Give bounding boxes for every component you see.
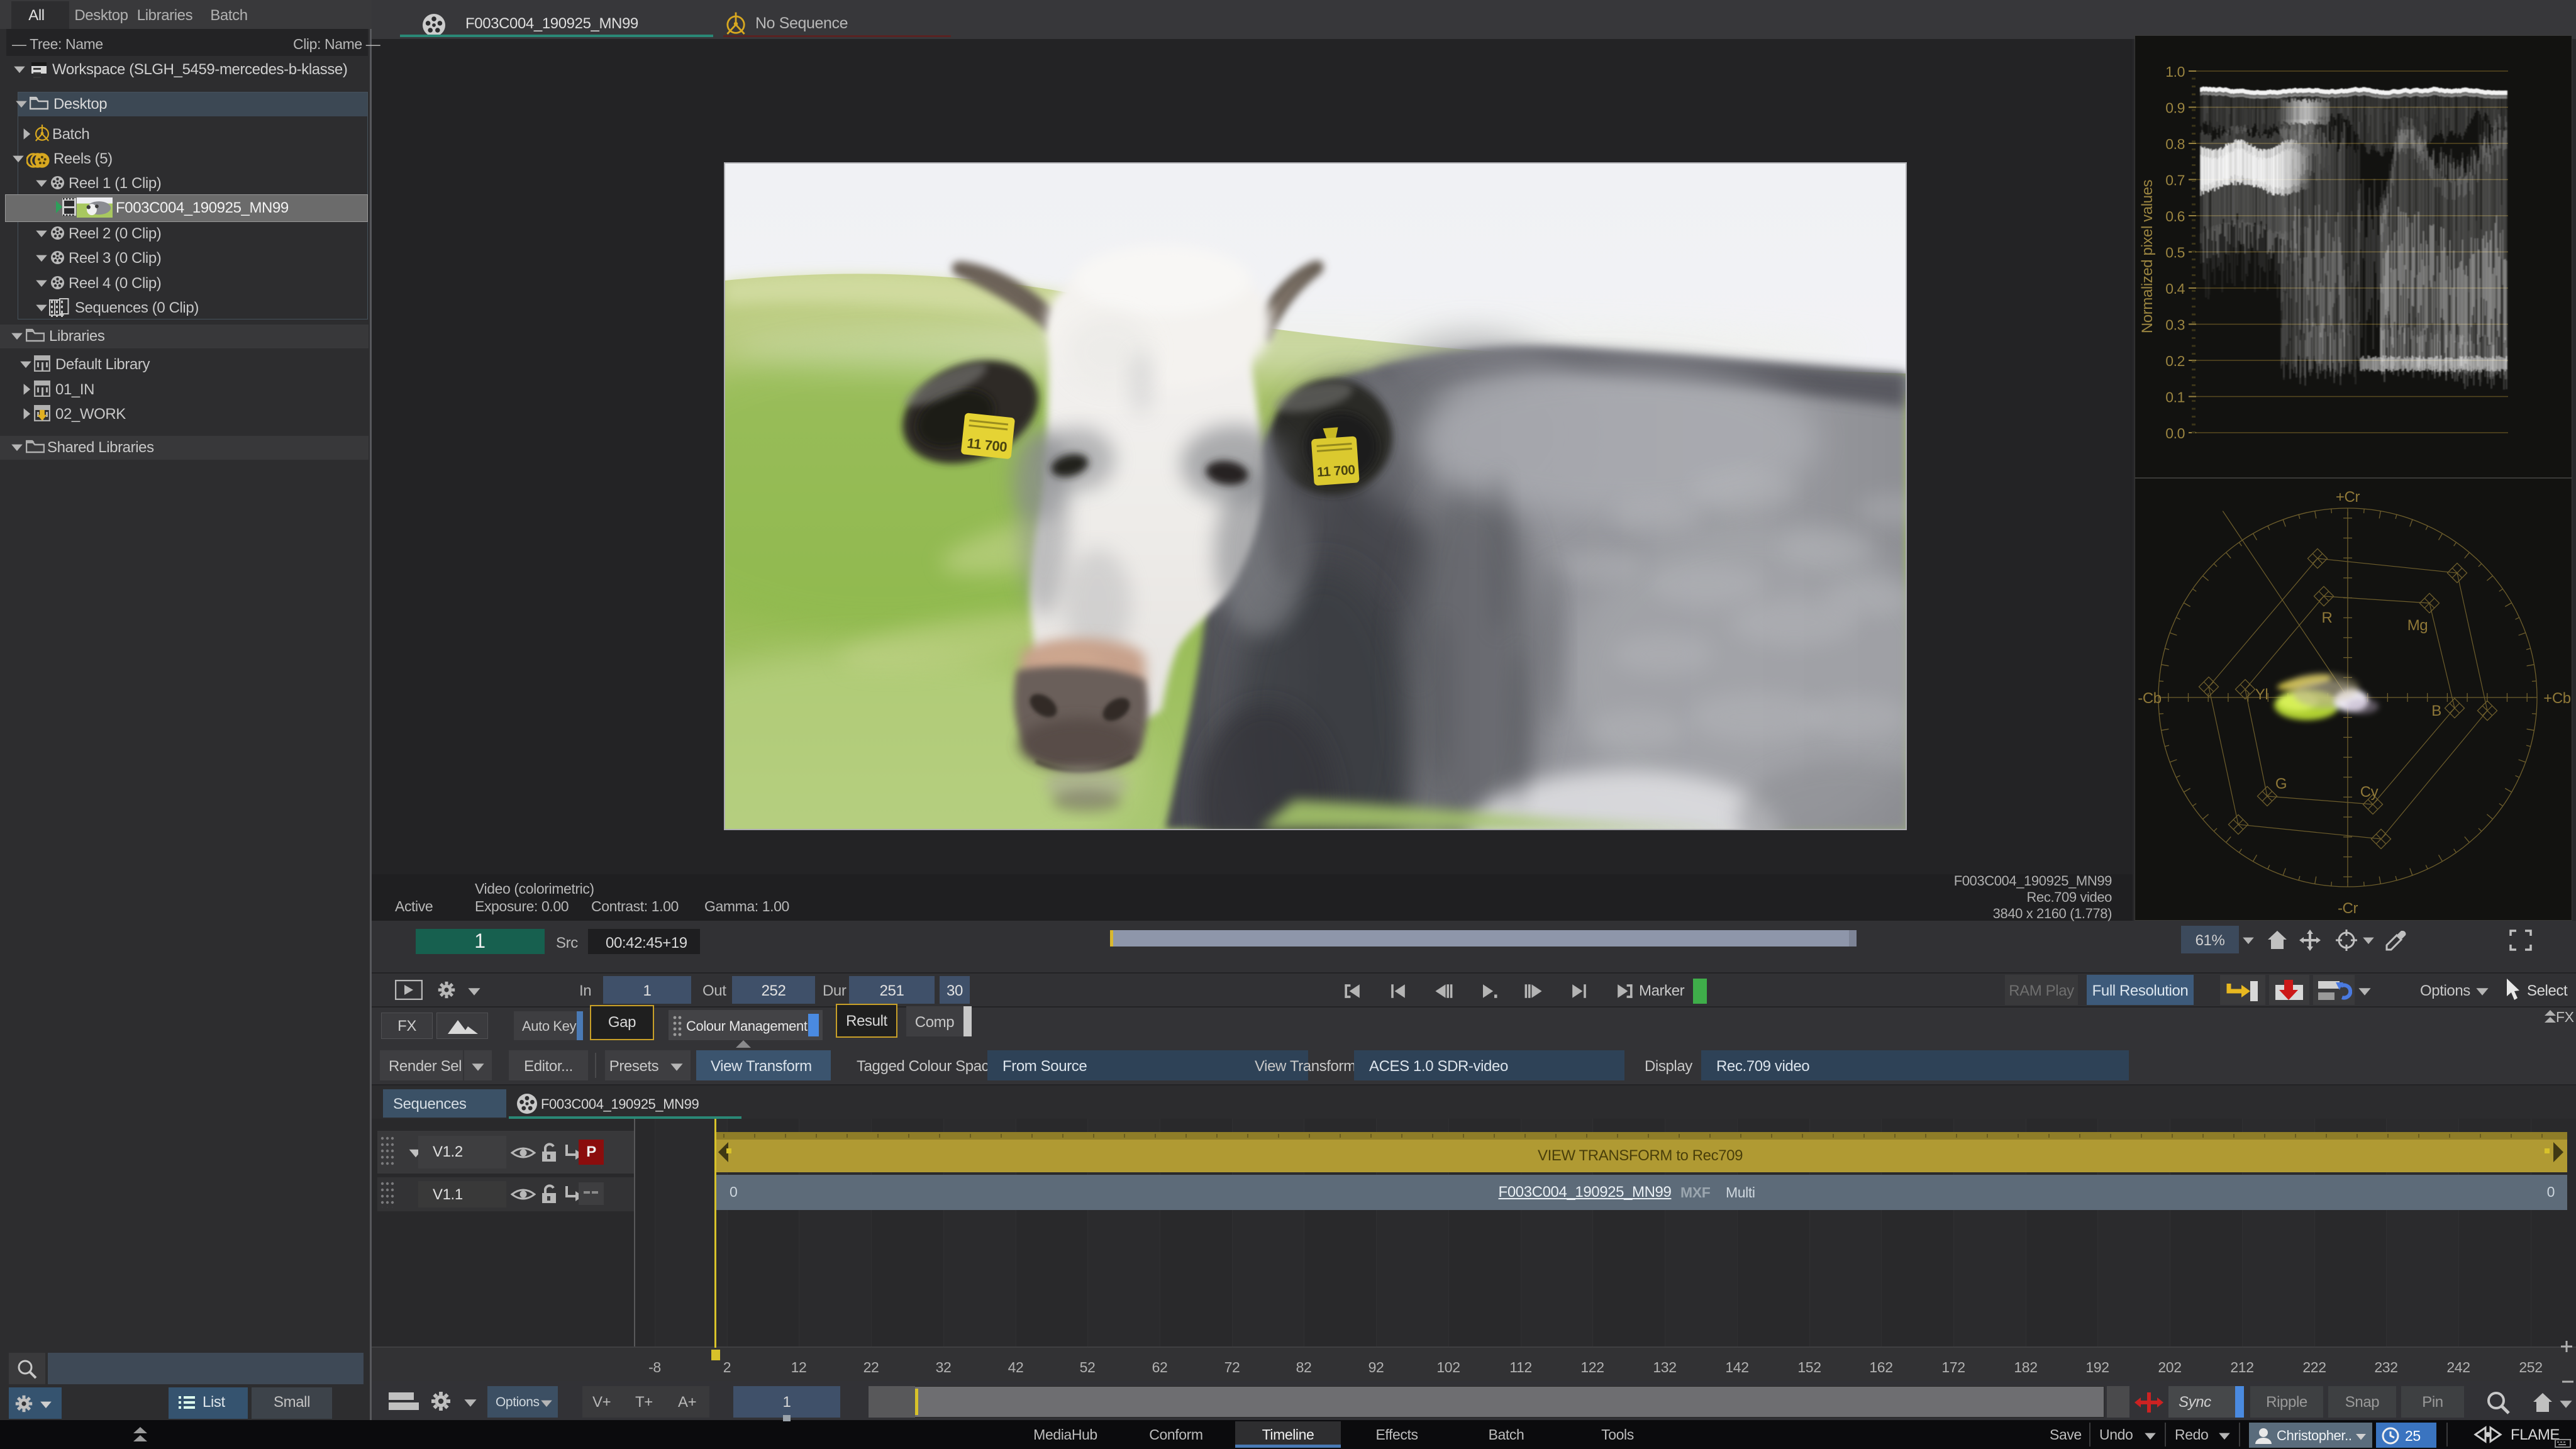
svg-text:0.7: 0.7	[2165, 172, 2185, 189]
svg-text:Normalized pixel values: Normalized pixel values	[2139, 179, 2156, 333]
svg-text:R: R	[2322, 609, 2333, 626]
svg-text:0.0: 0.0	[2165, 425, 2185, 441]
svg-text:0.2: 0.2	[2165, 353, 2185, 369]
svg-text:B: B	[2431, 702, 2441, 719]
svg-text:0.3: 0.3	[2165, 317, 2185, 333]
svg-text:+Cb: +Cb	[2543, 690, 2571, 707]
svg-text:-Cb: -Cb	[2138, 690, 2162, 707]
svg-text:0.6: 0.6	[2165, 208, 2185, 225]
svg-text:0.1: 0.1	[2165, 389, 2185, 406]
svg-text:0.9: 0.9	[2165, 100, 2185, 116]
svg-text:11 700: 11 700	[1316, 463, 1355, 480]
svg-text:Yl: Yl	[2255, 686, 2268, 703]
svg-text:-Cr: -Cr	[2338, 900, 2358, 917]
svg-text:Mg: Mg	[2407, 617, 2428, 634]
svg-text:Cy: Cy	[2360, 784, 2379, 801]
svg-text:G: G	[2275, 775, 2287, 792]
svg-text:0.5: 0.5	[2165, 245, 2185, 261]
svg-text:+Cr: +Cr	[2336, 489, 2360, 506]
svg-text:0.8: 0.8	[2165, 136, 2185, 152]
svg-text:0.4: 0.4	[2165, 280, 2185, 297]
svg-text:1.0: 1.0	[2165, 64, 2185, 80]
